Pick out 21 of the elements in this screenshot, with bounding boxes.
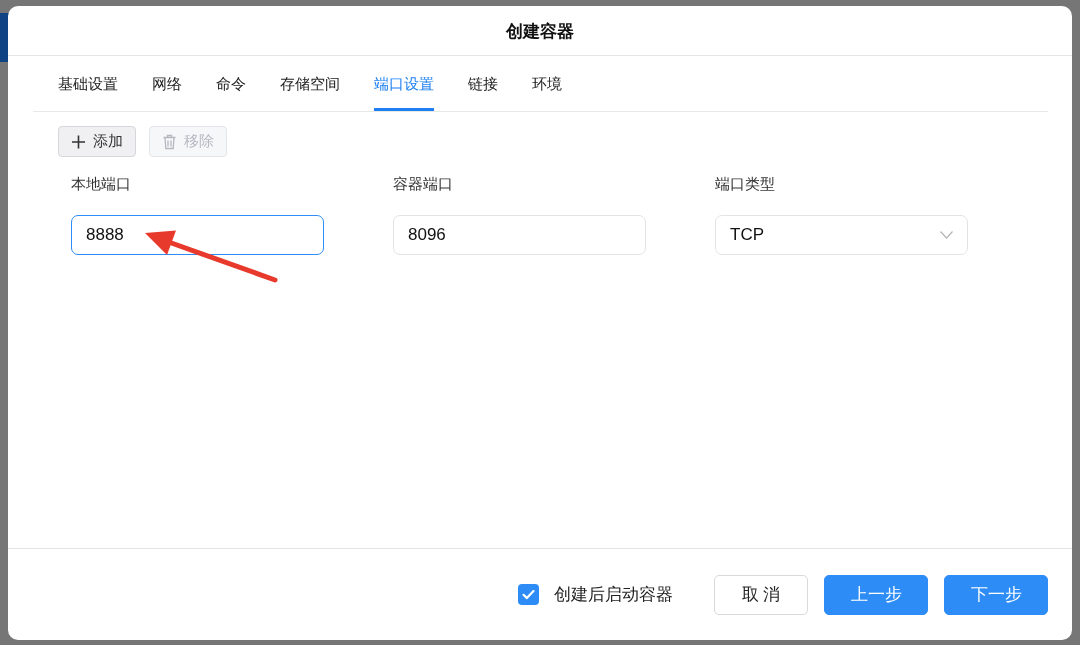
- tab[interactable]: 基础设置: [58, 56, 118, 111]
- dialog-title: 创建容器: [506, 22, 574, 43]
- trash-icon: [162, 133, 177, 150]
- select-field[interactable]: TCP: [715, 215, 968, 255]
- tab[interactable]: 命令: [216, 56, 246, 111]
- checkbox[interactable]: [518, 584, 539, 605]
- checkbox-label: 创建后启动容器: [554, 583, 673, 606]
- tab[interactable]: 环境: [532, 56, 562, 111]
- tab[interactable]: 端口设置: [374, 56, 434, 111]
- tab[interactable]: 存储空间: [280, 56, 340, 111]
- chevron-down-icon: [940, 231, 953, 239]
- tab[interactable]: 链接: [468, 56, 498, 111]
- cancel-button[interactable]: 取 消: [714, 574, 808, 615]
- input-field[interactable]: 8888: [71, 215, 324, 255]
- add-button[interactable]: 添加: [58, 126, 136, 157]
- field-label: 本地端口: [71, 174, 132, 194]
- field-label: 容器端口: [393, 174, 454, 194]
- plus-icon: [71, 133, 86, 150]
- input-field[interactable]: 8096: [393, 215, 646, 255]
- tab[interactable]: 网络: [152, 56, 182, 111]
- field-label: 端口类型: [715, 174, 776, 194]
